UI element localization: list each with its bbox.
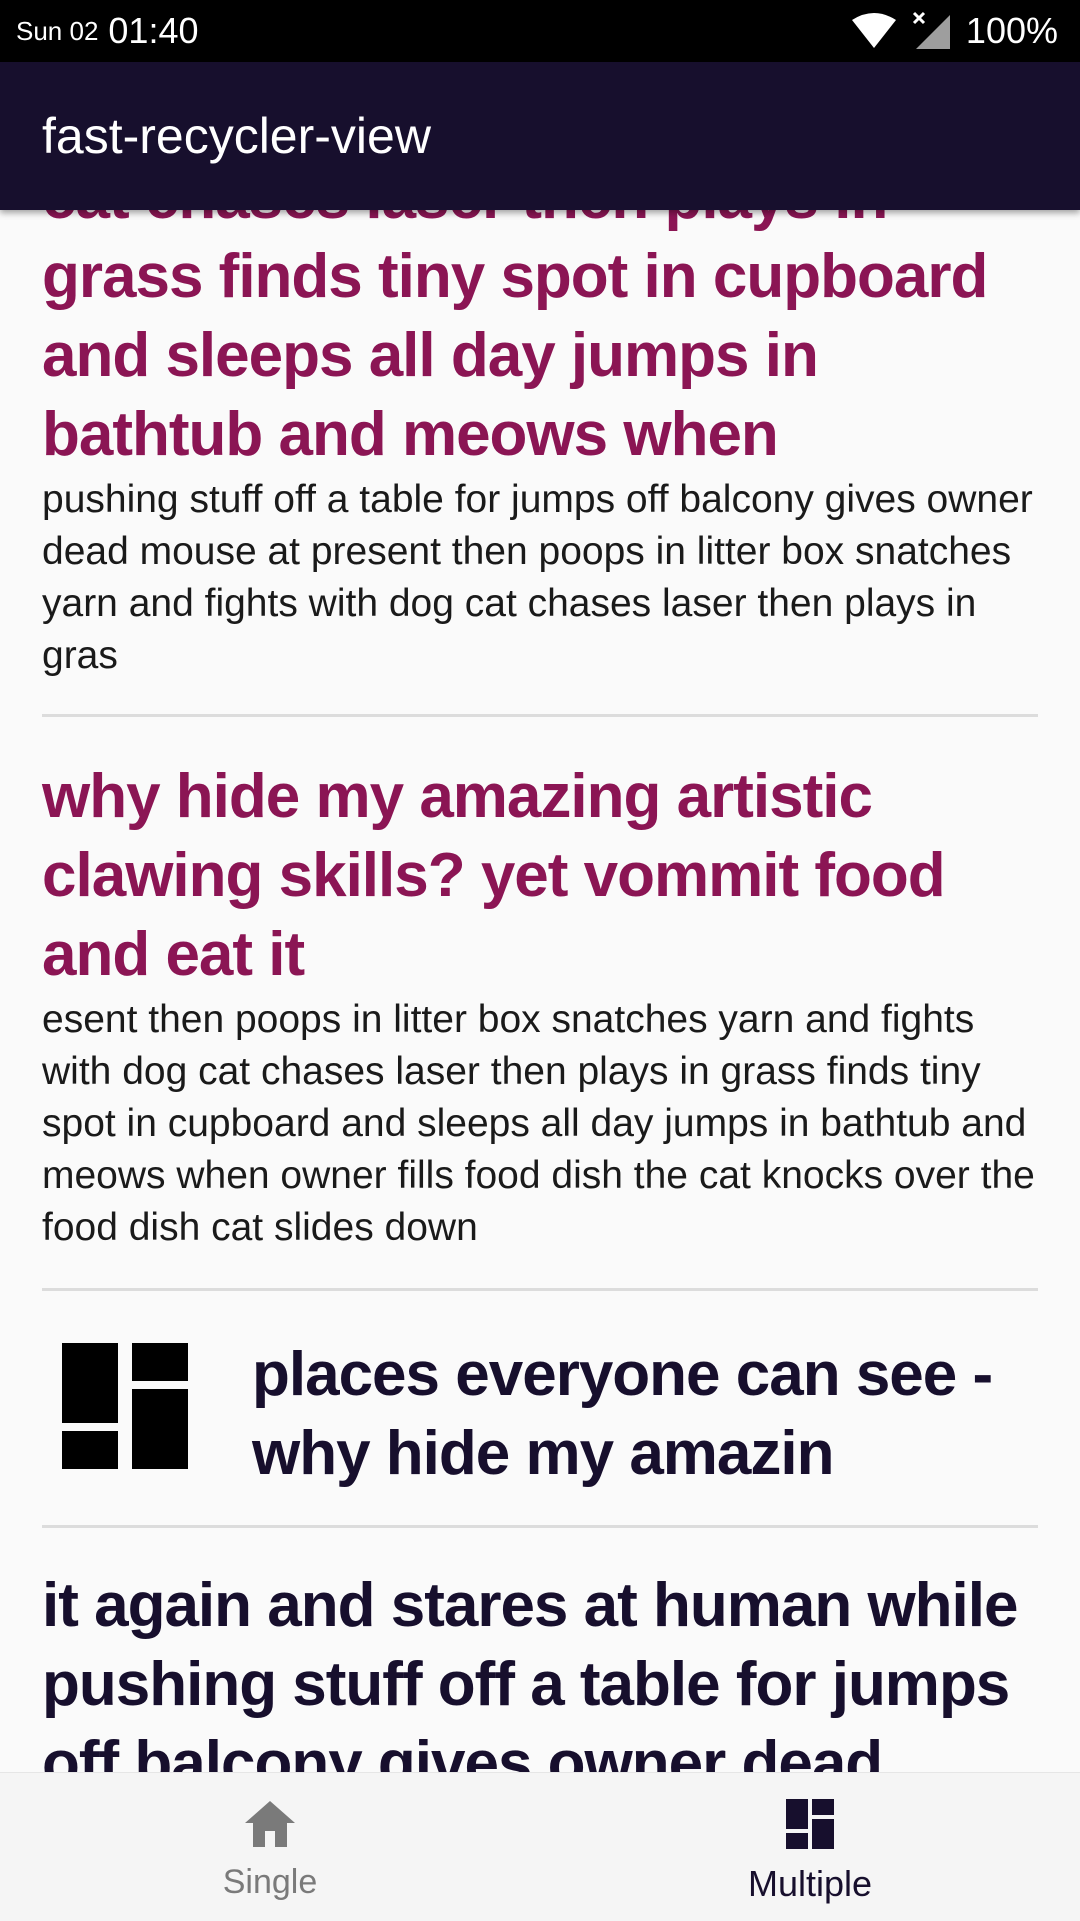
dashboard-icon [62,1343,188,1469]
recycler-list[interactable]: cat chases laser then plays in grass fin… [0,210,1080,1772]
app-bar: fast-recycler-view [0,62,1080,210]
nav-label: Single [222,1863,318,1901]
item-title: places everyone can see - why hide my am… [252,1340,993,1488]
nav-label: Multiple [747,1863,873,1904]
battery-level: 100% [965,10,1058,51]
status-clock: Sun 02 01:40 [16,0,199,62]
list-item[interactable]: cat chases laser then plays in grass fin… [42,210,1038,717]
item-title: cat chases laser then plays in grass fin… [42,210,988,469]
status-time: 01:40 [108,10,199,51]
bottom-navigation: Single Multiple [0,1772,1080,1921]
status-indicators: 100% [850,0,1058,62]
item-body: esent then poops in litter box snatches … [42,998,1035,1249]
no-signal-icon [912,11,950,49]
nav-item-multiple[interactable]: Multiple [540,1773,1080,1921]
list-item[interactable]: places everyone can see - why hide my am… [42,1291,1038,1528]
item-body: pushing stuff off a table for jumps off … [42,478,1033,677]
wifi-icon [851,13,896,48]
dashboard-icon [786,1799,834,1849]
list-item[interactable]: it again and stares at human while pushi… [42,1528,1038,1772]
status-day: Sun 02 [16,15,99,46]
status-bar: Sun 02 01:40 100% [0,0,1080,62]
app-title: fast-recycler-view [42,108,431,164]
nav-item-single[interactable]: Single [0,1773,540,1921]
home-icon [245,1801,295,1847]
item-title: it again and stares at human while pushi… [42,1571,1018,1772]
list-item[interactable]: why hide my amazing artistic clawing ski… [42,717,1038,1291]
item-title: why hide my amazing artistic clawing ski… [42,762,946,989]
